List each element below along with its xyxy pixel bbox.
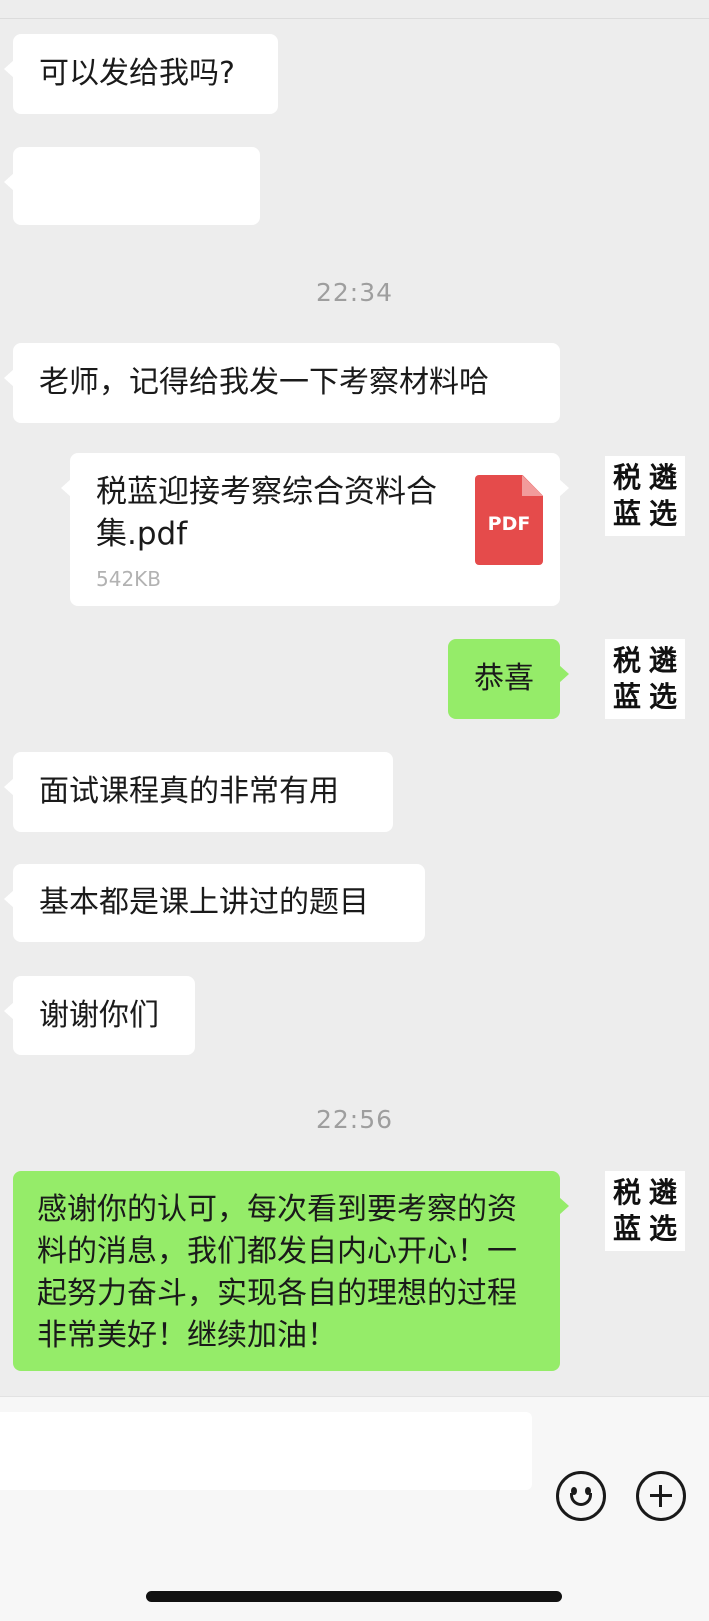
message-text: 面试课程真的非常有用 xyxy=(39,774,339,809)
avatar-char: 税 xyxy=(612,644,641,677)
incoming-message[interactable]: 可以发给我吗? xyxy=(4,34,278,114)
avatar-char: 选 xyxy=(648,497,677,530)
avatar-char: 遴 xyxy=(648,1176,677,1209)
outgoing-message[interactable]: 感谢你的认可，每次看到要考察的资料的消息，我们都发自内心开心！一起努力奋斗，实现… xyxy=(13,1171,569,1371)
avatar-char: 选 xyxy=(648,680,677,713)
avatar-char: 遴 xyxy=(648,644,677,677)
plus-vertical xyxy=(659,1485,662,1507)
incoming-message[interactable]: 谢谢你们 xyxy=(4,976,195,1055)
incoming-message[interactable]: 老师，记得给我发一下考察材料哈 xyxy=(4,343,560,423)
avatar-char: 税 xyxy=(612,461,641,494)
avatar-char: 蓝 xyxy=(612,497,641,530)
smiley-mouth xyxy=(570,1493,592,1506)
message-text: 谢谢你们 xyxy=(39,997,159,1033)
incoming-message[interactable]: 面试课程真的非常有用 xyxy=(4,752,393,832)
avatar[interactable]: 税 遴 蓝 选 xyxy=(605,639,685,719)
message-text: 可以发给我吗? xyxy=(39,56,235,91)
incoming-message-blank[interactable] xyxy=(4,147,260,225)
timestamp: 22:56 xyxy=(315,1105,394,1134)
avatar-char: 蓝 xyxy=(612,1212,641,1245)
outgoing-message[interactable]: 恭喜 xyxy=(448,639,569,719)
avatar-char: 选 xyxy=(648,1212,677,1245)
timestamp: 22:34 xyxy=(315,278,394,307)
smiley-icon[interactable] xyxy=(556,1471,606,1521)
home-indicator[interactable] xyxy=(146,1591,562,1602)
avatar-char: 税 xyxy=(612,1176,641,1209)
message-input[interactable] xyxy=(0,1412,532,1490)
message-text: 老师，记得给我发一下考察材料哈 xyxy=(39,365,489,400)
incoming-message[interactable]: 基本都是课上讲过的题目 xyxy=(4,864,425,942)
pdf-icon-label: PDF xyxy=(487,513,531,535)
message-text: 感谢你的认可，每次看到要考察的资料的消息，我们都发自内心开心！一起努力奋斗，实现… xyxy=(37,1192,517,1353)
avatar[interactable]: 税 遴 蓝 选 xyxy=(605,1171,685,1251)
file-name: 税蓝迎接考察综合资料合集.pdf xyxy=(96,474,437,552)
file-message[interactable]: 税蓝迎接考察综合资料合集.pdf 542KB PDF xyxy=(61,453,569,606)
avatar-char: 遴 xyxy=(648,461,677,494)
message-text: 恭喜 xyxy=(474,661,534,696)
top-divider xyxy=(0,18,709,19)
plus-icon[interactable] xyxy=(636,1471,686,1521)
file-size: 542KB xyxy=(96,567,162,591)
avatar-char: 蓝 xyxy=(612,680,641,713)
message-text: 基本都是课上讲过的题目 xyxy=(39,885,369,920)
avatar[interactable]: 税 遴 蓝 选 xyxy=(605,456,685,536)
